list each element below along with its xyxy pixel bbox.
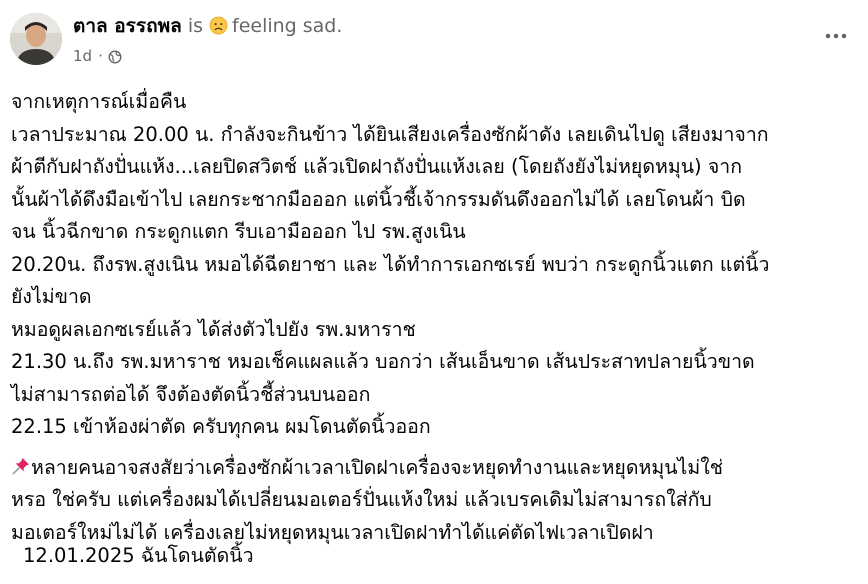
note-line: หลายคนอาจสงสัยว่าเครื่องซักผ้าเวลาเปิดฝา… bbox=[11, 452, 857, 485]
avatar[interactable] bbox=[10, 13, 62, 65]
author-name[interactable]: ตาล อรรถพล bbox=[73, 15, 182, 37]
avatar-photo bbox=[10, 13, 62, 65]
post-line: หมอดูผลเอกซเรย์แล้ว ได้ส่งตัวไปยัง รพ.มห… bbox=[11, 317, 416, 341]
is-word: is bbox=[187, 15, 203, 37]
globe-icon[interactable] bbox=[108, 49, 122, 64]
post-line: ไม่สามารถต่อได้ จึงต้องตัดนิ้วชี้ส่วนบนอ… bbox=[11, 382, 371, 406]
post-line: จากเหตุการณ์เมื่อคืน bbox=[11, 90, 187, 113]
post-header: ตาล อรรถพล is feeling sad. 1d · bbox=[10, 10, 858, 72]
separator-dot: · bbox=[98, 47, 103, 65]
post-subline: 1d · bbox=[73, 46, 342, 66]
post-footer-line: 12.01.2025 ฉันโดนตัดนิ้ว bbox=[23, 544, 254, 567]
note-text: หลายคนอาจสงสัยว่าเครื่องซักผ้าเวลาเปิดฝา… bbox=[31, 455, 723, 479]
feeling-activity[interactable]: feeling sad. bbox=[232, 15, 342, 37]
post-line: เวลาประมาณ 20.00 น. กำลังจะกินข้าว ได้ยิ… bbox=[11, 122, 769, 146]
pushpin-icon bbox=[11, 454, 31, 474]
post-line: นั้นผ้าได้ดึงมือเข้าไป เลยกระชากมือออก แ… bbox=[11, 187, 746, 211]
post-line: ผ้าตีกับฝาถังปั่นแห้ง...เลยปิดสวิตช์ แล้… bbox=[11, 155, 743, 178]
post-line: 20.20น. ถึงรพ.สูงเนิน หมอได้ฉีดยาชา และ … bbox=[11, 252, 770, 276]
post-line: จน นิ้วฉีกขาด กระดูกแตก รีบเอามือออก ไป … bbox=[11, 220, 466, 243]
more-options-button[interactable] bbox=[820, 24, 852, 48]
note-line: หรอ ใช่ครับ แต่เครื่องผมได้เปลี่ยนมอเตอร… bbox=[11, 488, 712, 511]
post-line: ยังไม่ขาด bbox=[11, 285, 92, 308]
sad-face-icon bbox=[209, 15, 228, 35]
more-dots-icon bbox=[825, 33, 847, 39]
post-meta: ตาล อรรถพล is feeling sad. 1d · bbox=[73, 12, 342, 66]
post-line: 21.30 น.ถึง รพ.มหาราช หมอเช็คแผลแล้ว บอก… bbox=[11, 350, 755, 373]
post-line: 22.15 เข้าห้องผ่าตัด ครับทุกคน ผมโดนตัดน… bbox=[11, 415, 431, 438]
post-body: จากเหตุการณ์เมื่อคืน เวลาประมาณ 20.00 น.… bbox=[11, 86, 857, 549]
post-timestamp[interactable]: 1d bbox=[73, 46, 92, 66]
author-line: ตาล อรรถพล is feeling sad. bbox=[73, 12, 342, 40]
